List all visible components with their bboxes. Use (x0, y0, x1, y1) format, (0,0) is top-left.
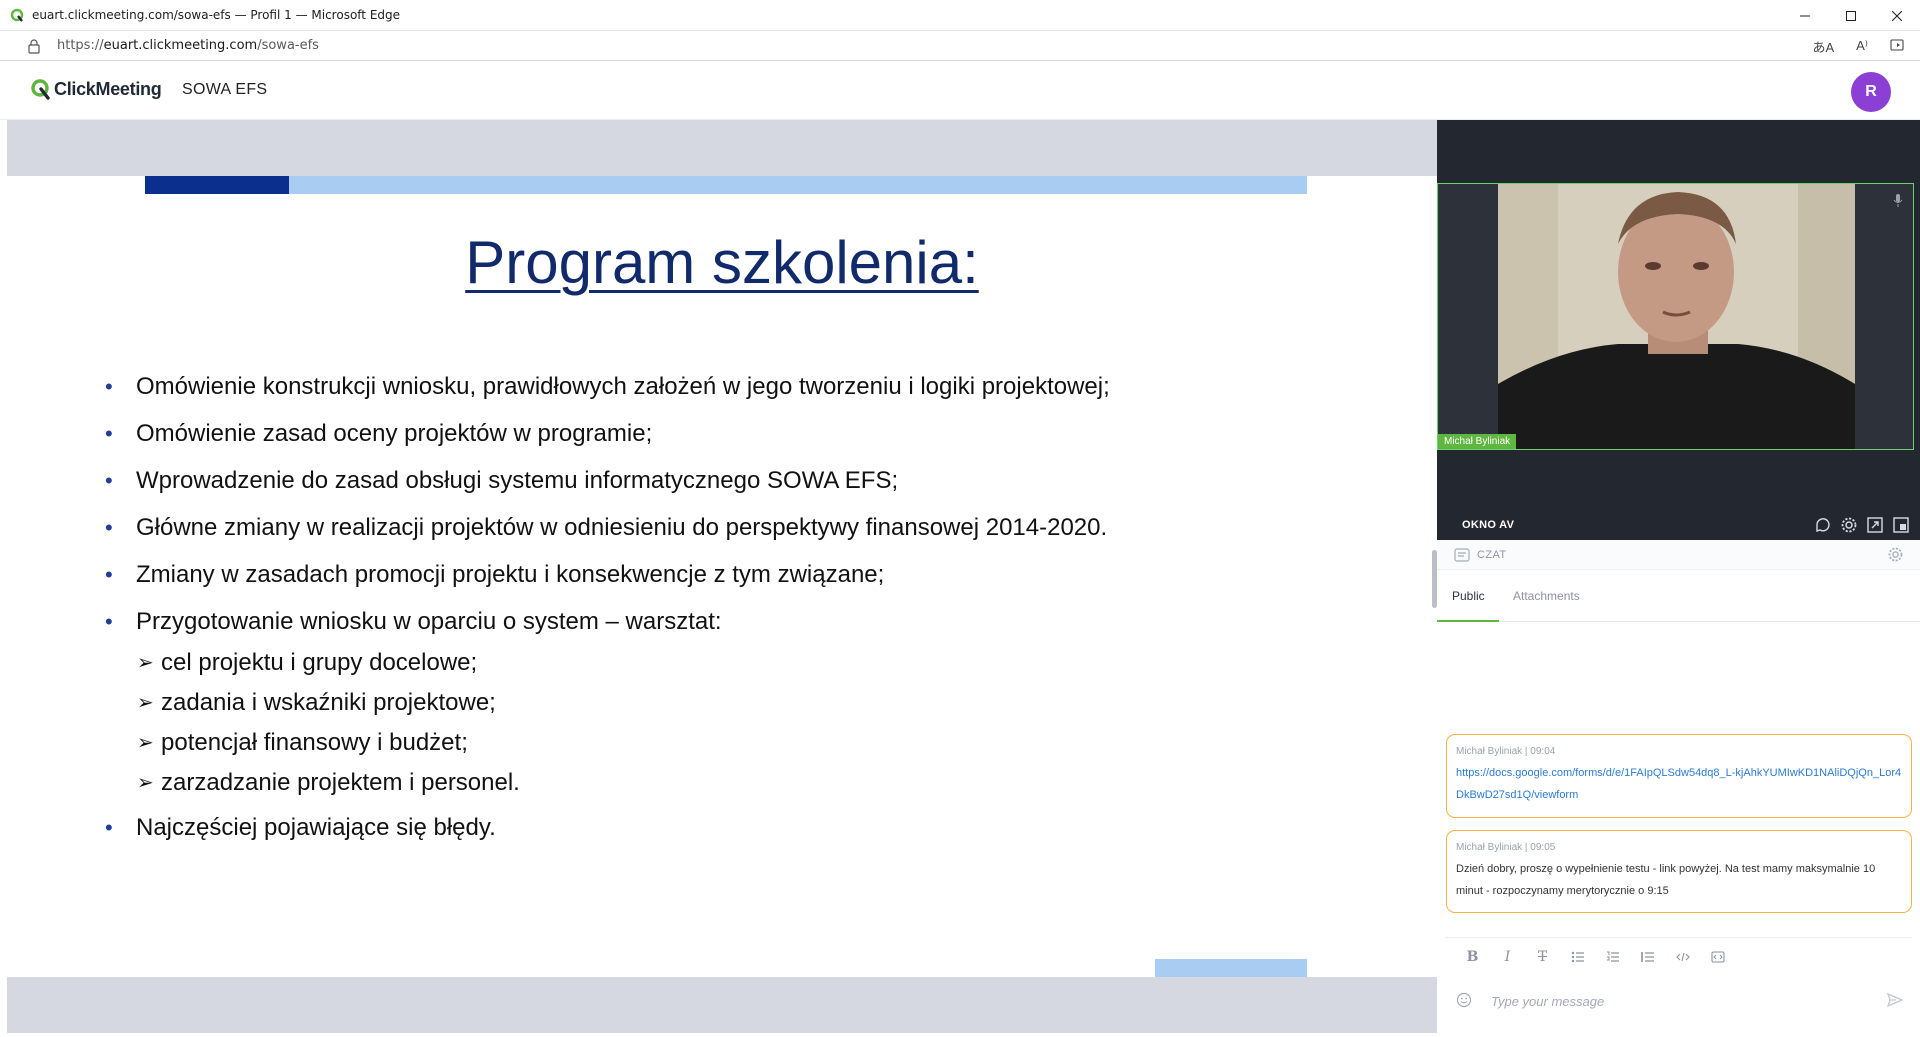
chat-window-icon (1454, 548, 1470, 562)
translate-icon[interactable]: あA (1812, 37, 1834, 56)
chat-bubble-icon[interactable] (1814, 516, 1832, 534)
message-author: Michał Byliniak (1456, 746, 1523, 757)
chat-message-input[interactable] (1491, 991, 1851, 1011)
emoji-icon[interactable] (1456, 992, 1472, 1008)
app-available-icon[interactable] (1890, 39, 1906, 53)
code-block-icon[interactable] (1700, 948, 1735, 966)
slide: Program szkolenia: Omówienie konstrukcji… (7, 176, 1437, 977)
slide-accent-bar-bottom (1155, 959, 1307, 977)
slide-bullet: Wprowadzenie do zasad obsługi systemu in… (105, 466, 1205, 496)
maximize-button[interactable] (1828, 0, 1874, 31)
url-path: /sowa-efs (257, 38, 319, 53)
address-bar[interactable]: https://euart.clickmeeting.com/sowa-efs … (0, 31, 1920, 61)
slide-accent-bar-light (289, 176, 1307, 194)
app-header: ClickMeeting SOWA EFS R (0, 61, 1920, 151)
slide-bullet: Omówienie zasad oceny projektów w progra… (105, 419, 1205, 449)
slide-title: Program szkolenia: (465, 229, 979, 296)
numbered-list-icon[interactable] (1595, 948, 1630, 966)
slide-sub-bullet: cel projektu i grupy docelowe; (105, 648, 1205, 678)
inline-code-icon[interactable] (1665, 948, 1700, 966)
bulleted-list-icon[interactable] (1560, 948, 1595, 966)
url-prefix: https:// (57, 38, 104, 53)
presentation-stage: Program szkolenia: Omówienie konstrukcji… (7, 120, 1437, 1033)
chat-message: Michał Byliniak | 09:04 https://docs.goo… (1446, 734, 1912, 818)
clickmeeting-logo-icon (31, 79, 50, 100)
active-tab-indicator (1437, 620, 1499, 622)
picture-in-picture-icon[interactable] (1892, 516, 1910, 534)
close-icon (1892, 10, 1902, 21)
settings-gear-icon[interactable] (1840, 516, 1858, 534)
window-title: euart.clickmeeting.com/sowa-efs — Profil… (32, 8, 401, 22)
microphone-icon[interactable] (1893, 194, 1903, 208)
tab-public[interactable]: Public (1450, 589, 1487, 603)
av-window-label: OKNO AV (1462, 519, 1515, 531)
minimize-icon (1800, 15, 1810, 16)
presenter-video (1498, 184, 1855, 449)
browser-title-bar: euart.clickmeeting.com/sowa-efs — Profil… (0, 0, 1920, 31)
av-window: Michał Byliniak (1437, 120, 1920, 510)
bold-icon[interactable]: B (1455, 948, 1490, 966)
tab-attachments[interactable]: Attachments (1513, 589, 1580, 603)
minimize-button[interactable] (1782, 0, 1828, 31)
message-meta: Michał Byliniak | 09:04 (1456, 746, 1556, 757)
formatting-toolbar: B I T (1455, 948, 1735, 966)
message-text: Dzień dobry, proszę o wypełnienie testu … (1456, 863, 1876, 897)
clickmeeting-favicon-icon (10, 8, 24, 22)
slide-bullet-list: Omówienie konstrukcji wniosku, prawidłow… (105, 372, 1205, 860)
user-avatar[interactable]: R (1851, 72, 1891, 112)
read-aloud-icon[interactable]: A⁾ (1856, 38, 1868, 54)
slide-bullet: Omówienie konstrukcji wniosku, prawidłow… (105, 372, 1205, 402)
presenter-video-frame[interactable]: Michał Byliniak (1437, 183, 1914, 450)
message-meta: Michał Byliniak | 09:05 (1456, 842, 1556, 853)
side-panel: Michał Byliniak OKNO AV CZAT Public Atta… (1432, 120, 1920, 1037)
clickmeeting-logo[interactable]: ClickMeeting (30, 78, 162, 100)
fullscreen-icon[interactable] (1866, 516, 1884, 534)
chat-title: CZAT (1477, 549, 1507, 561)
slide-bullet: Przygotowanie wniosku w oparciu o system… (105, 607, 1205, 637)
message-link[interactable]: https://docs.google.com/forms/d/e/1FAIpQ… (1456, 762, 1902, 806)
av-toolbar: OKNO AV (1437, 510, 1920, 540)
chat-message: Michał Byliniak | 09:05 Dzień dobry, pro… (1446, 830, 1912, 913)
lock-icon[interactable] (27, 38, 41, 54)
maximize-icon (1846, 10, 1856, 21)
presenter-name-tag: Michał Byliniak (1438, 434, 1517, 449)
italic-icon[interactable]: I (1490, 948, 1525, 966)
send-icon[interactable] (1886, 991, 1904, 1009)
strikethrough-icon[interactable]: T (1525, 948, 1560, 966)
message-time: 09:04 (1530, 746, 1556, 757)
slide-sub-bullet: zarzadzanie projektem i personel. (105, 768, 1205, 798)
slide-sub-bullet: potencjał finansowy i budżet; (105, 728, 1205, 758)
message-time: 09:05 (1530, 842, 1556, 853)
chat-tabs: Public Attachments (1437, 570, 1920, 622)
message-author: Michał Byliniak (1456, 842, 1523, 853)
url-text[interactable]: https://euart.clickmeeting.com/sowa-efs (57, 38, 319, 53)
slide-sub-bullet: zadania i wskaźniki projektowe; (105, 688, 1205, 718)
chat-settings-icon[interactable] (1887, 546, 1904, 563)
blockquote-icon[interactable] (1630, 948, 1665, 966)
slide-bullet: Zmiany w zasadach promocji projektu i ko… (105, 560, 1205, 590)
slide-bullet: Główne zmiany w realizacji projektów w o… (105, 513, 1205, 543)
chat-header: CZAT (1437, 540, 1920, 570)
slide-bullet: Najczęściej pojawiające się błędy. (105, 813, 1205, 843)
presenter-silhouette (1498, 184, 1855, 449)
chat-composer: B I T (1445, 937, 1912, 1033)
slide-accent-bar-dark (145, 176, 289, 194)
event-name: SOWA EFS (182, 81, 268, 98)
close-window-button[interactable] (1874, 0, 1920, 31)
logo-text: ClickMeeting (54, 78, 162, 99)
url-host: euart.clickmeeting.com (103, 38, 258, 53)
